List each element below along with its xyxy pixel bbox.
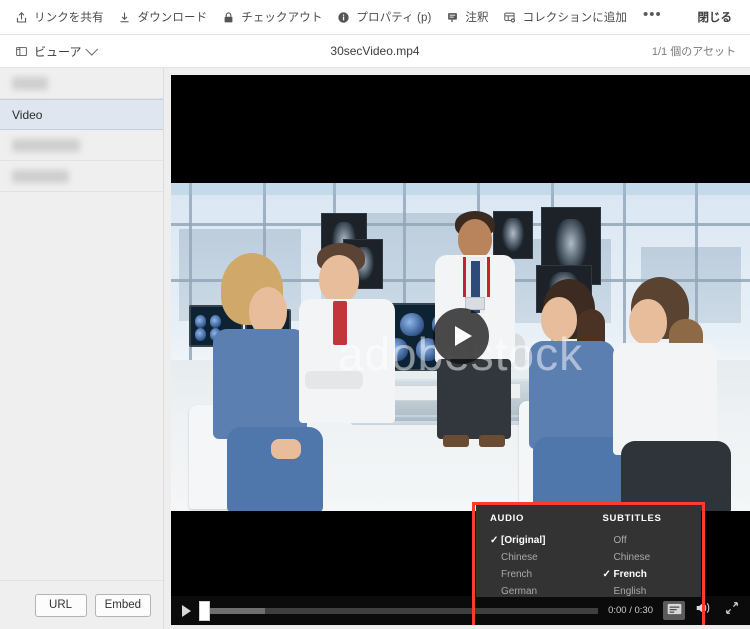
play-icon [182, 605, 191, 617]
viewer-panel-icon [14, 44, 28, 58]
seek-handle[interactable] [199, 601, 210, 621]
closed-caption-icon [667, 602, 682, 620]
more-options-button[interactable]: ••• [639, 10, 676, 24]
sidebar-item-redacted-3[interactable] [0, 161, 163, 192]
viewer-body: Video URL Embed [0, 68, 750, 629]
viewer-label: ビューア [34, 43, 82, 60]
asset-sidebar: Video URL Embed [0, 68, 164, 629]
audio-option-chinese[interactable]: Chinese [490, 549, 589, 566]
subtitles-heading: SUBTITLES [603, 513, 702, 524]
redacted-label [12, 139, 80, 152]
add-to-collection-label: コレクションに追加 [523, 9, 627, 25]
volume-button[interactable] [692, 601, 714, 620]
download-button[interactable]: ダウンロード [116, 0, 220, 34]
viewer-subbar: ビューア 30secVideo.mp4 1/1 個のアセット [0, 35, 750, 68]
close-button[interactable]: 閉じる [692, 9, 739, 25]
buffered-bar [201, 608, 265, 614]
collection-add-icon [503, 10, 517, 24]
sidebar-footer: URL Embed [0, 580, 163, 629]
person-male-doctor [299, 243, 399, 453]
share-link-button[interactable]: リンクを共有 [12, 0, 116, 34]
video-controls: 0:00 / 0:30 [171, 596, 750, 625]
annotate-label: 注釈 [465, 9, 488, 25]
audio-column: AUDIO [Original] Chinese French German [476, 513, 589, 597]
play-button[interactable] [178, 603, 194, 619]
properties-button[interactable]: プロパティ (p) [334, 0, 443, 34]
lock-icon [221, 10, 235, 24]
subtitle-option-chinese[interactable]: Chinese [603, 549, 702, 566]
annotate-icon [445, 10, 459, 24]
properties-label: プロパティ (p) [356, 9, 431, 25]
redacted-label [12, 170, 69, 183]
add-to-collection-button[interactable]: コレクションに追加 [501, 0, 639, 34]
viewer-selector[interactable]: ビューア [0, 35, 107, 67]
volume-on-icon [695, 601, 712, 620]
video-player[interactable]: adobestock [171, 75, 750, 625]
audio-option-french[interactable]: French [490, 566, 589, 583]
url-button[interactable]: URL [35, 594, 87, 617]
sidebar-item-video[interactable]: Video [0, 99, 163, 130]
audio-subtitle-menu[interactable]: AUDIO [Original] Chinese French German S… [476, 505, 701, 597]
share-link-label: リンクを共有 [34, 9, 104, 25]
annotate-button[interactable]: 注釈 [443, 0, 500, 34]
audio-option-original[interactable]: [Original] [490, 532, 589, 549]
seek-slider[interactable] [201, 608, 598, 614]
sidebar-item-label: Video [12, 108, 42, 122]
audio-heading: AUDIO [490, 513, 589, 524]
sidebar-item-redacted-2[interactable] [0, 130, 163, 161]
asset-viewer-window: リンクを共有 ダウンロード チェックアウト [0, 0, 750, 629]
download-label: ダウンロード [138, 9, 208, 25]
download-icon [118, 10, 132, 24]
asset-title: 30secVideo.mp4 [0, 44, 750, 58]
time-display: 0:00 / 0:30 [605, 605, 656, 616]
action-toolbar: リンクを共有 ダウンロード チェックアウト [0, 0, 750, 35]
share-icon [14, 10, 28, 24]
fullscreen-button[interactable] [721, 601, 743, 620]
caption-button[interactable] [663, 601, 685, 620]
play-overlay-button[interactable] [433, 308, 489, 364]
subtitle-option-english[interactable]: English [603, 583, 702, 600]
sidebar-item-redacted-1[interactable] [0, 68, 163, 99]
asset-count: 1/1 個のアセット [652, 43, 750, 59]
sidebar-filler [0, 192, 163, 580]
checkout-button[interactable]: チェックアウト [219, 0, 334, 34]
embed-button[interactable]: Embed [95, 594, 151, 617]
viewer-stage: adobestock [164, 68, 750, 629]
redacted-label [12, 77, 48, 90]
audio-option-german[interactable]: German [490, 583, 589, 600]
play-circle-icon [455, 326, 472, 346]
subtitle-option-off[interactable]: Off [603, 532, 702, 549]
fullscreen-icon [725, 601, 739, 620]
chevron-down-icon [85, 43, 98, 56]
subtitle-option-french[interactable]: French [603, 566, 702, 583]
info-icon [336, 10, 350, 24]
checkout-label: チェックアウト [241, 9, 322, 25]
subtitles-column: SUBTITLES Off Chinese French English [589, 513, 702, 597]
person-far-right [607, 277, 737, 511]
